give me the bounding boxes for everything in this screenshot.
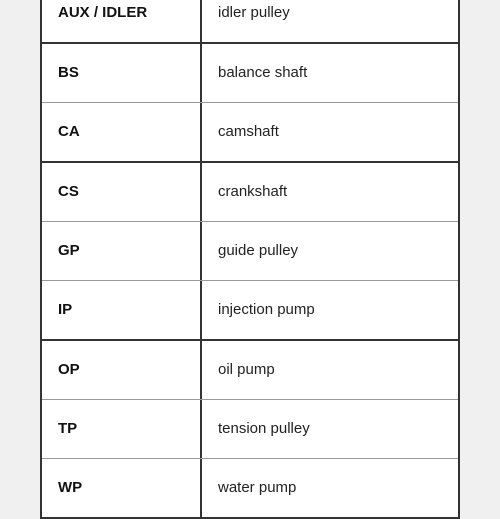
code-cell: WP — [42, 459, 202, 517]
table-row: BSbalance shaft — [42, 44, 458, 103]
description-cell: idler pulley — [202, 0, 458, 42]
table-row: WPwater pump — [42, 459, 458, 517]
table-row: TPtension pulley — [42, 400, 458, 459]
description-cell: balance shaft — [202, 44, 458, 102]
description-cell: tension pulley — [202, 400, 458, 458]
table-row: GPguide pulley — [42, 222, 458, 281]
code-cell: TP — [42, 400, 202, 458]
description-cell: camshaft — [202, 103, 458, 161]
description-cell: water pump — [202, 459, 458, 517]
description-cell: guide pulley — [202, 222, 458, 280]
code-cell: AUX / IDLER — [42, 0, 202, 42]
code-cell: BS — [42, 44, 202, 102]
abbreviation-table: AUX / IDLERidler pulleyBSbalance shaftCA… — [40, 0, 460, 519]
table-row: IPinjection pump — [42, 281, 458, 341]
code-cell: CS — [42, 163, 202, 221]
description-cell: oil pump — [202, 341, 458, 399]
description-cell: crankshaft — [202, 163, 458, 221]
table-row: CScrankshaft — [42, 163, 458, 222]
code-cell: CA — [42, 103, 202, 161]
table-row: CAcamshaft — [42, 103, 458, 163]
table-row: AUX / IDLERidler pulley — [42, 0, 458, 44]
code-cell: IP — [42, 281, 202, 339]
code-cell: GP — [42, 222, 202, 280]
table-row: OPoil pump — [42, 341, 458, 400]
code-cell: OP — [42, 341, 202, 399]
description-cell: injection pump — [202, 281, 458, 339]
